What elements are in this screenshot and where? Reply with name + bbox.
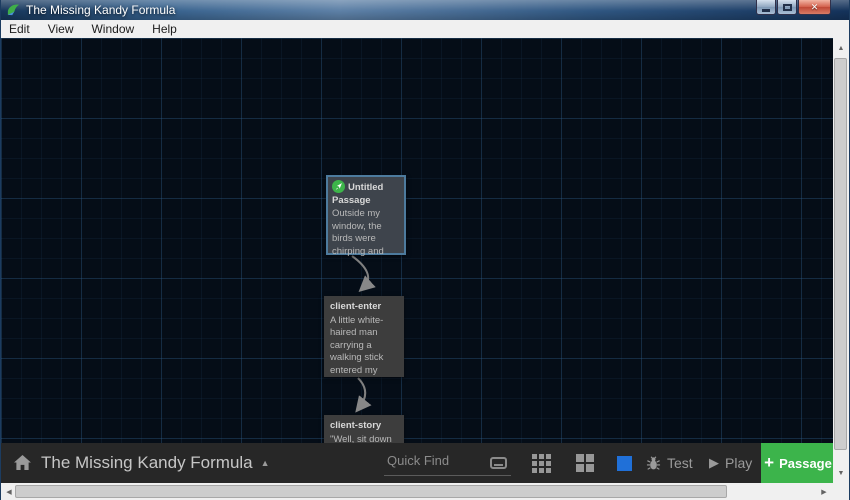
story-menu-button[interactable]: The Missing Kandy Formula ▲ (14, 443, 270, 483)
scrollbar-corner (833, 483, 849, 500)
scroll-down-arrow-icon[interactable]: ▼ (833, 465, 849, 481)
menu-help[interactable]: Help (143, 20, 186, 38)
grid-2x2-icon (576, 454, 594, 472)
minimize-button[interactable] (756, 0, 776, 15)
passage-title: client-story (330, 420, 382, 431)
close-button[interactable]: ✕ (798, 0, 831, 15)
home-icon (14, 455, 31, 471)
zoom-grid-small-button[interactable] (523, 443, 559, 483)
square-icon (616, 455, 632, 471)
title-bar[interactable]: The Missing Kandy Formula ✕ (1, 0, 849, 20)
bug-icon (646, 455, 661, 470)
test-button[interactable]: Test (646, 443, 693, 483)
horizontal-scrollbar[interactable]: ◀ ▶ (1, 483, 835, 500)
play-label: Play (725, 455, 753, 471)
story-menu-caret-icon: ▲ (260, 458, 270, 468)
menu-view[interactable]: View (39, 20, 83, 38)
new-passage-label: Passage (779, 455, 832, 471)
menu-edit[interactable]: Edit (1, 20, 39, 38)
bottom-toolbar: The Missing Kandy Formula ▲ Quick Find T… (1, 443, 835, 483)
horizontal-scroll-thumb[interactable] (15, 485, 727, 498)
quick-find-field (384, 450, 511, 476)
maximize-button[interactable] (777, 0, 797, 15)
vertical-scrollbar[interactable]: ▲ ▼ (833, 38, 849, 483)
test-label: Test (667, 455, 693, 471)
plus-icon: + (764, 452, 775, 472)
grid-3x3-icon (531, 453, 551, 473)
menu-bar: Edit View Window Help (1, 20, 849, 38)
scroll-left-arrow-icon[interactable]: ◀ (2, 483, 16, 500)
app-window: The Missing Kandy Formula ✕ Edit View Wi… (0, 0, 850, 500)
vertical-scroll-thumb[interactable] (834, 58, 847, 450)
passage-link-arrows (351, 255, 376, 413)
scroll-right-arrow-icon[interactable]: ▶ (817, 483, 831, 500)
passage-excerpt: A little white-haired man carrying a wal… (330, 314, 384, 376)
passage-title: Untitled Passage (332, 180, 400, 207)
window-title: The Missing Kandy Formula (26, 3, 176, 17)
passage-title: client-enter (330, 301, 382, 312)
minimize-icon (762, 8, 770, 12)
story-map-canvas[interactable]: Untitled Passage Outside my window, the … (1, 38, 835, 483)
keyboard-icon[interactable] (490, 457, 507, 469)
new-passage-button[interactable]: + Passage (761, 443, 835, 483)
zoom-full-button[interactable] (606, 443, 642, 483)
play-button[interactable]: ▶ Play (709, 443, 752, 483)
passage-untitled-passage[interactable]: Untitled Passage Outside my window, the … (326, 175, 406, 257)
scroll-up-arrow-icon[interactable]: ▲ (833, 40, 849, 56)
zoom-grid-medium-button[interactable] (567, 443, 603, 483)
play-icon: ▶ (709, 455, 719, 470)
story-title: The Missing Kandy Formula (41, 453, 253, 472)
twine-app-icon (7, 4, 20, 16)
start-rocket-icon (332, 180, 345, 193)
window-controls: ✕ (755, 0, 831, 15)
passage-client-enter[interactable]: client-enter A little white-haired man c… (324, 296, 404, 377)
menu-window[interactable]: Window (82, 20, 143, 38)
maximize-icon (782, 3, 792, 11)
passage-excerpt: Outside my window, the birds were chirpi… (332, 208, 384, 257)
